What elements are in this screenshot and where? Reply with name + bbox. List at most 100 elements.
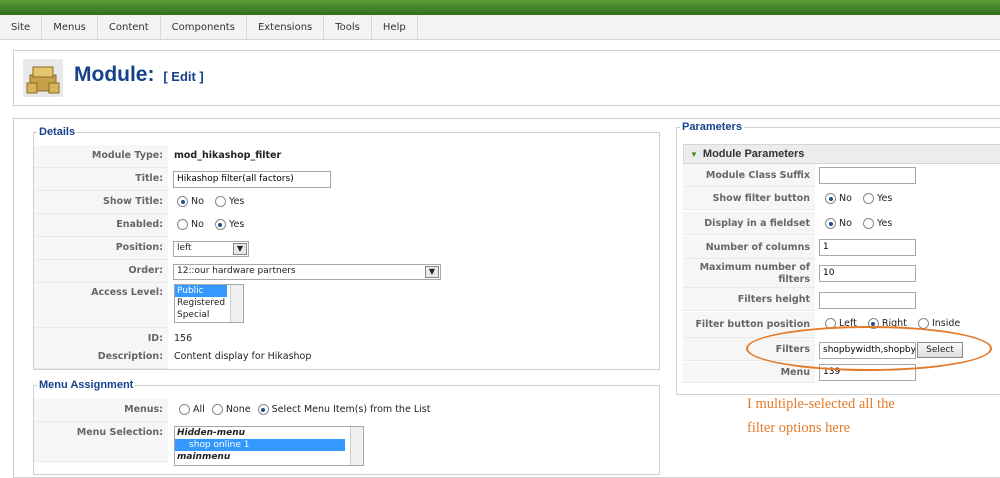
page-title: Module: [ Edit ] — [74, 63, 204, 87]
module-type-label: Module Type: — [91, 150, 163, 161]
position-value: left — [177, 243, 192, 253]
enabled-label: Enabled: — [116, 219, 163, 230]
edit-label: [ Edit ] — [163, 69, 204, 84]
annotation-line2: filter options here — [747, 420, 851, 436]
order-select[interactable]: 12::our hardware partners ▼ — [173, 264, 441, 280]
display-fieldset-no-radio[interactable] — [825, 218, 836, 229]
details-legend: Details — [37, 126, 78, 138]
menu-selection-label: Menu Selection: — [76, 427, 163, 438]
toolbar-header: Module: [ Edit ] — [13, 50, 1000, 106]
max-filters-label-line2: filters — [778, 274, 810, 285]
row-show-filter-button: Show filter button No Yes — [683, 187, 1000, 210]
row-description: Description: Content display for Hikasho… — [34, 346, 654, 369]
title-label: Title: — [135, 173, 163, 184]
menu-assignment-fieldset: Menu Assignment Menus: All None Select M… — [33, 379, 660, 475]
enabled-yes-radio[interactable] — [214, 219, 226, 230]
menus-select-radio[interactable] — [257, 404, 269, 415]
access-scrollbar[interactable] — [230, 285, 243, 322]
menus-label: Menus: — [124, 404, 163, 415]
menus-none-label: None — [225, 404, 251, 415]
show-title-no-label: No — [191, 196, 204, 207]
menus-all-label: All — [193, 404, 205, 415]
show-title-no-radio[interactable] — [177, 196, 188, 207]
access-label: Access Level: — [91, 287, 163, 298]
menu-option-shop-online[interactable]: shop online 1 — [175, 439, 345, 451]
page-title-text: Module: — [74, 63, 155, 86]
menu-components[interactable]: Components — [161, 15, 247, 40]
menu-assignment-legend: Menu Assignment — [37, 379, 136, 391]
row-position: Position: left ▼ — [34, 237, 654, 260]
show-title-yes-radio[interactable] — [214, 196, 226, 207]
top-banner — [0, 0, 1000, 15]
num-columns-input[interactable]: 1 — [819, 239, 916, 256]
row-menus: Menus: All None Select Menu Item(s) from… — [34, 399, 654, 422]
display-fieldset-yes-label: Yes — [876, 218, 893, 229]
row-filters-height: Filters height — [683, 288, 1000, 311]
module-icon — [23, 59, 63, 97]
enabled-no-label: No — [191, 219, 204, 230]
class-suffix-label: Module Class Suffix — [705, 170, 810, 181]
menu-tools[interactable]: Tools — [324, 15, 372, 40]
show-filter-no-label: No — [839, 193, 852, 204]
show-filter-yes-label: Yes — [876, 193, 893, 204]
show-filter-yes-radio[interactable] — [862, 193, 874, 204]
annotation-line1: I multiple-selected all the — [747, 396, 895, 412]
annotation-note: I multiple-selected all the filter optio… — [747, 392, 977, 440]
description-value: Content display for Hikashop — [174, 351, 312, 362]
display-fieldset-yes-radio[interactable] — [862, 218, 874, 229]
parameters-legend: Parameters — [680, 121, 744, 133]
menu-option-hidden[interactable]: Hidden-menu — [175, 427, 363, 439]
menus-all-radio[interactable] — [179, 404, 190, 415]
show-title-yes-label: Yes — [228, 196, 245, 207]
row-order: Order: 12::our hardware partners ▼ — [34, 260, 654, 283]
row-num-columns: Number of columns 1 — [683, 236, 1000, 259]
menu-label: Menu — [780, 367, 810, 378]
menu-option-mainmenu[interactable]: mainmenu — [175, 451, 363, 463]
row-class-suffix: Module Class Suffix — [683, 164, 1000, 187]
display-fieldset-label: Display in a fieldset — [704, 218, 810, 229]
annotation-ellipse — [746, 326, 992, 371]
row-module-type: Module Type: mod_hikashop_filter — [34, 145, 654, 168]
row-show-title: Show Title: No Yes — [34, 191, 654, 214]
id-label: ID: — [147, 333, 163, 344]
filters-height-input[interactable] — [819, 292, 916, 309]
menus-select-label: Select Menu Item(s) from the List — [271, 404, 431, 415]
row-title: Title: Hikashop filter(all factors) — [34, 168, 654, 191]
display-fieldset-no-label: No — [839, 218, 852, 229]
row-display-fieldset: Display in a fieldset No Yes — [683, 212, 1000, 235]
menus-none-radio[interactable] — [211, 404, 223, 415]
max-filters-input[interactable]: 10 — [819, 265, 916, 282]
order-label: Order: — [128, 265, 164, 276]
triangle-down-icon: ▼ — [690, 150, 698, 159]
menu-menus[interactable]: Menus — [42, 15, 98, 40]
row-max-filters: Maximum number of filters 10 — [683, 259, 1000, 288]
module-type-value: mod_hikashop_filter — [174, 150, 282, 161]
row-menu-selection: Menu Selection: Hidden-menu shop online … — [34, 422, 654, 466]
title-input[interactable]: Hikashop filter(all factors) — [173, 171, 331, 188]
module-parameters-title: Module Parameters — [702, 148, 805, 160]
menu-content[interactable]: Content — [98, 15, 161, 40]
menu-selection-listbox[interactable]: Hidden-menu shop online 1 mainmenu — [174, 426, 364, 466]
filter-button-position-label: Filter button position — [695, 319, 810, 330]
class-suffix-input[interactable] — [819, 167, 916, 184]
position-label: Position: — [115, 242, 163, 253]
menu-extensions[interactable]: Extensions — [247, 15, 325, 40]
enabled-yes-label: Yes — [228, 219, 245, 230]
description-label: Description: — [97, 351, 163, 362]
menu-selection-scrollbar[interactable] — [350, 427, 363, 465]
filters-height-label: Filters height — [737, 294, 810, 305]
access-option-public[interactable]: Public — [175, 285, 227, 297]
show-filter-no-radio[interactable] — [825, 193, 836, 204]
menu-site[interactable]: Site — [0, 15, 43, 40]
max-filters-label-line1: Maximum number of — [699, 262, 810, 273]
order-value: 12::our hardware partners — [177, 266, 296, 276]
module-parameters-toggle[interactable]: ▼ Module Parameters — [683, 144, 1000, 164]
menu-help[interactable]: Help — [372, 15, 418, 40]
position-select[interactable]: left ▼ — [173, 241, 249, 257]
num-columns-label: Number of columns — [705, 242, 810, 253]
chevron-down-icon: ▼ — [233, 243, 247, 255]
show-filter-button-label: Show filter button — [712, 193, 810, 204]
access-listbox[interactable]: Public Registered Special — [174, 284, 244, 323]
enabled-no-radio[interactable] — [177, 219, 188, 230]
position-inside-label: Inside — [931, 318, 961, 329]
